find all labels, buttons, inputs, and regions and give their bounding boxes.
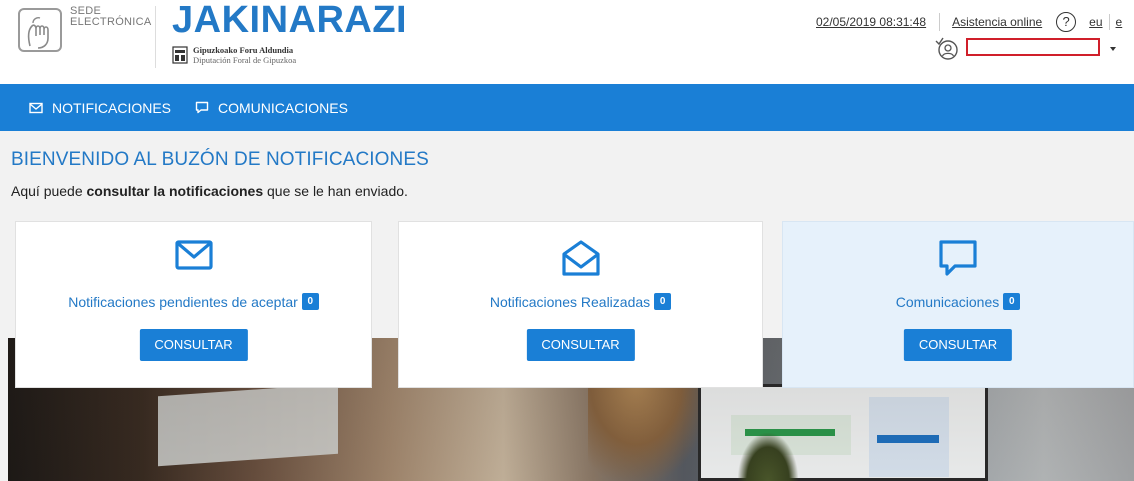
language-eu-link[interactable]: eu [1089,15,1102,29]
app-title[interactable]: JAKINARAZI [172,0,407,42]
main-navigation: NOTIFICACIONES COMUNICACIONES [0,84,1134,131]
organization-name-es: Diputación Foral de Gipuzkoa [193,54,297,65]
subtitle-text: Aquí puede [11,183,87,199]
sede-line-2: ELECTRÓNICA [70,16,152,28]
page-title: BIENVENIDO AL BUZÓN DE NOTIFICACIONES [11,149,429,170]
touch-hand-icon [18,8,62,52]
nav-item-label: NOTIFICACIONES [52,99,172,116]
card-completed-notifications: Notificaciones Realizadas 0 CONSULTAR [398,221,763,388]
online-assistance-link[interactable]: Asistencia online [952,15,1042,29]
language-es-link-wrapper: e [1108,14,1123,30]
brand-divider [155,6,156,68]
current-datetime: 02/05/2019 08:31:48 [816,15,927,29]
card-label: Comunicaciones 0 [783,293,1133,310]
card-label: Notificaciones pendientes de aceptar 0 [16,293,371,310]
nav-item-label: COMUNICACIONES [218,99,348,116]
envelope-open-icon [561,240,600,276]
organization-name: Gipuzkoako Foru Aldundia Diputación Fora… [193,45,297,65]
envelope-icon [29,102,43,113]
speech-bubble-icon [939,240,977,276]
nav-item-notificaciones[interactable]: NOTIFICACIONES [29,100,171,116]
card-communications: Comunicaciones 0 CONSULTAR [782,221,1134,388]
subtitle-bold-text: consultar la notificaciones [86,183,264,199]
user-profile-icon[interactable] [934,37,960,61]
card-label-text[interactable]: Notificaciones pendientes de aceptar [68,294,298,310]
count-badge: 0 [1003,293,1021,310]
speech-bubble-icon [195,101,209,114]
card-pending-notifications: Notificaciones pendientes de aceptar 0 C… [15,221,372,388]
header-utilities: 02/05/2019 08:31:48 Asistencia online ? … [816,10,1122,34]
consultar-button[interactable]: CONSULTAR [526,329,635,361]
chevron-down-icon[interactable] [1110,47,1116,51]
language-es-link[interactable]: e [1116,15,1123,29]
site-header: SEDE ELECTRÓNICA JAKINARAZI Gipuzkoako F… [0,0,1134,84]
page-subtitle: Aquí puede consultar la notificaciones q… [11,183,408,199]
subtitle-text-end: que se le han enviado. [263,183,408,199]
sede-electronica-logo[interactable]: SEDE ELECTRÓNICA [18,6,154,68]
count-badge: 0 [301,293,319,310]
sede-electronica-text: SEDE ELECTRÓNICA [70,6,152,28]
count-badge: 0 [654,293,672,310]
consultar-button[interactable]: CONSULTAR [139,329,248,361]
help-icon[interactable]: ? [1056,12,1077,32]
main-content: BIENVENIDO AL BUZÓN DE NOTIFICACIONES Aq… [0,131,1134,481]
language-separator [1108,14,1110,30]
card-label-text[interactable]: Notificaciones Realizadas [490,294,650,310]
gipuzkoa-shield-icon [172,46,188,64]
utility-separator [939,13,941,31]
user-selector-field[interactable] [966,38,1100,56]
card-label: Notificaciones Realizadas 0 [399,293,762,310]
envelope-icon [174,240,213,270]
consultar-button[interactable]: CONSULTAR [903,329,1013,361]
card-label-text[interactable]: Comunicaciones [896,294,1000,310]
nav-item-comunicaciones[interactable]: COMUNICACIONES [195,100,348,116]
